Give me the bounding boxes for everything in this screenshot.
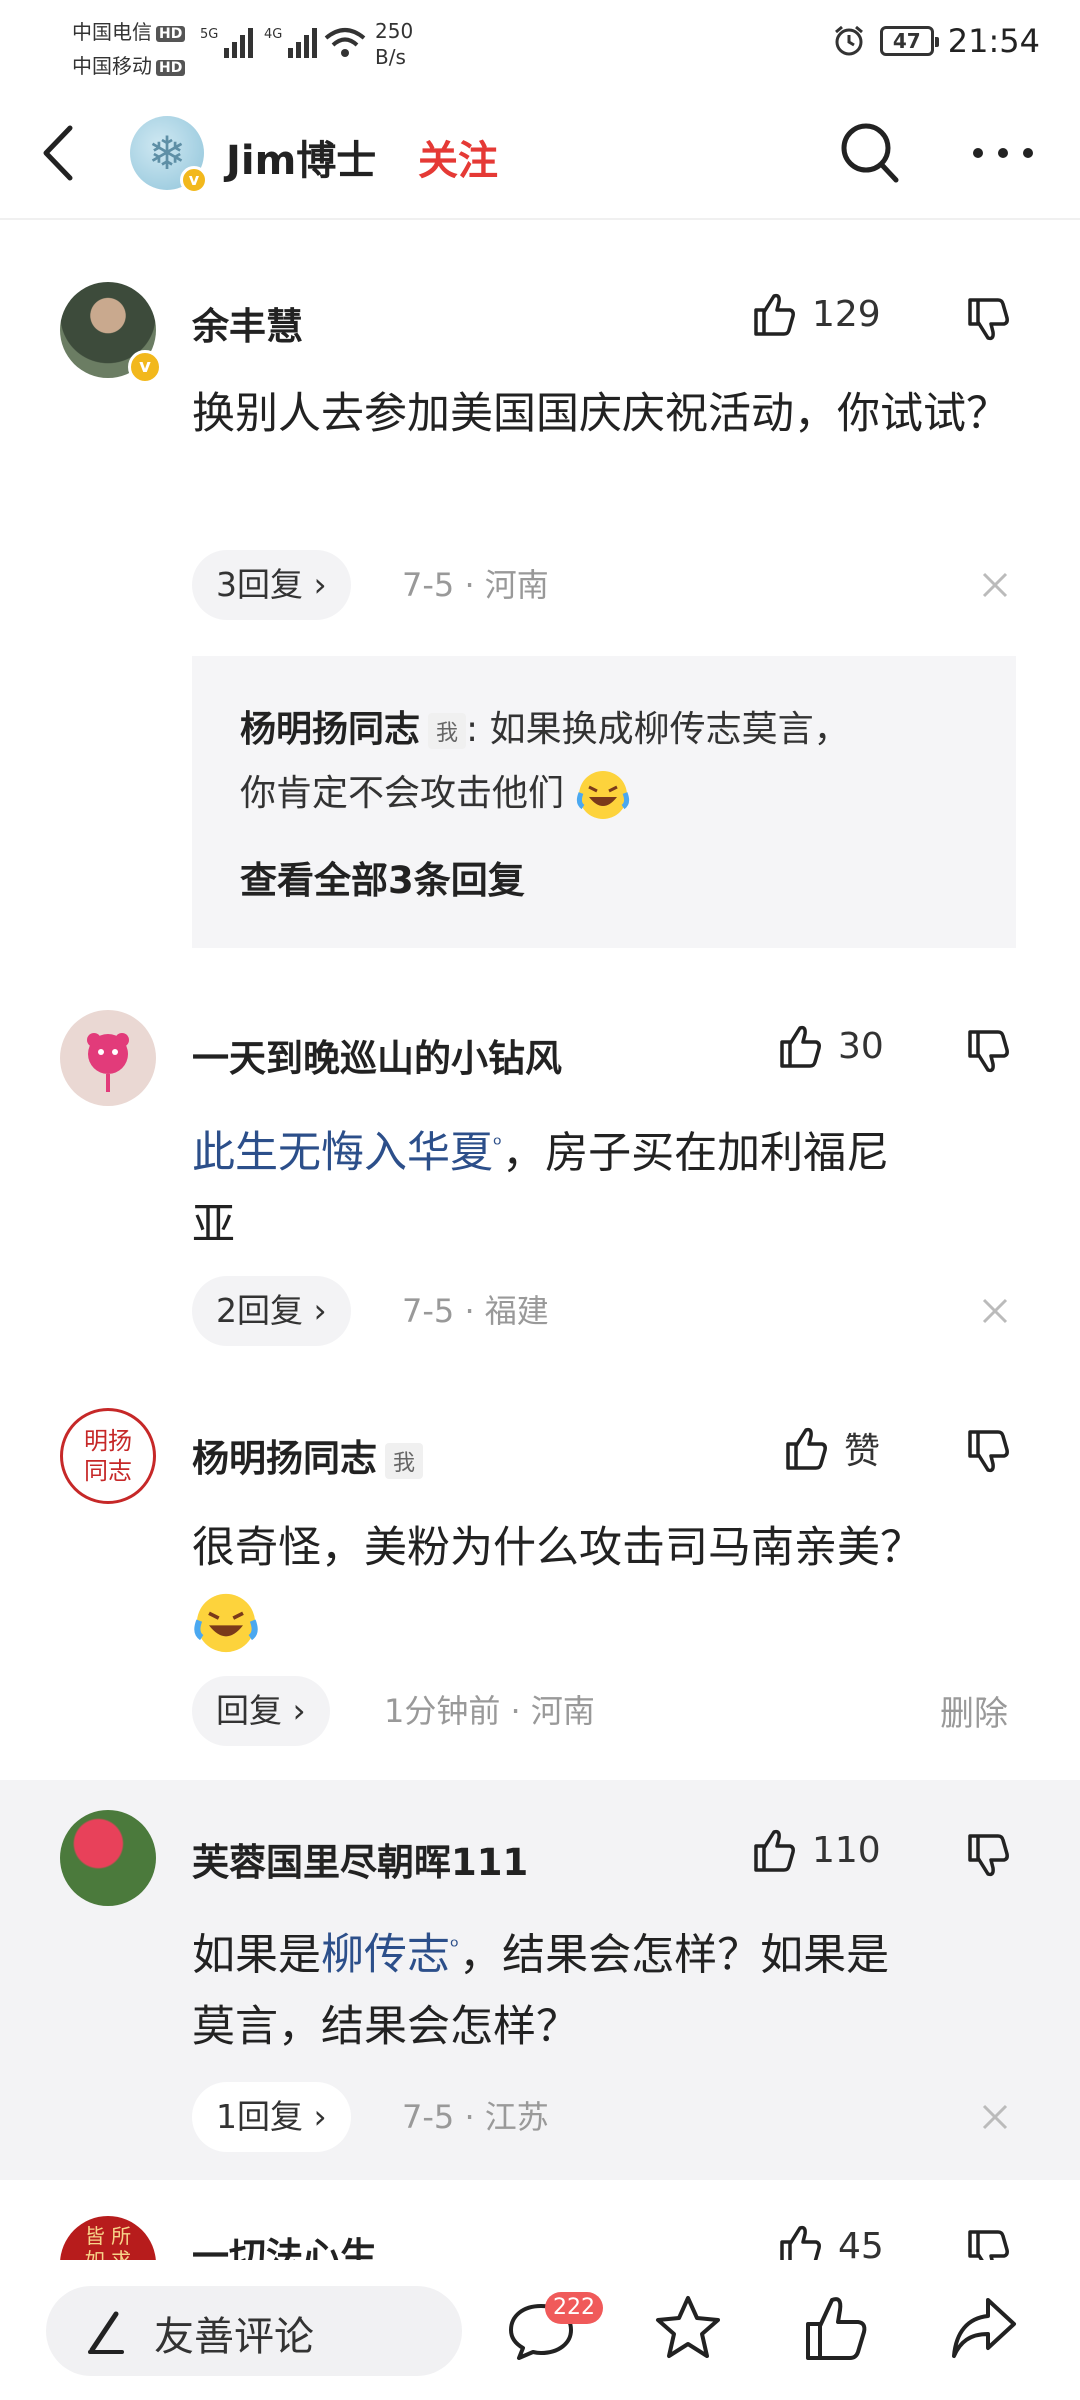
like-button[interactable]: 赞 <box>782 1422 880 1474</box>
like-button[interactable]: 129 <box>750 290 881 338</box>
close-icon[interactable] <box>980 1296 1010 1326</box>
author-name[interactable]: Jim博士 <box>226 128 376 186</box>
header-divider <box>0 218 1080 220</box>
verified-badge-icon: v <box>128 350 162 384</box>
search-small-icon: ᵒ <box>493 1133 503 1158</box>
author-avatar[interactable]: ❄ v <box>130 116 208 194</box>
like-button[interactable]: 45 <box>776 2222 884 2260</box>
close-icon[interactable] <box>980 2102 1010 2132</box>
user-avatar[interactable]: 皆 所如 求 <box>60 2216 156 2260</box>
comment-text: 换别人去参加美国国庆庆祝活动，你试试？ <box>192 389 1009 439</box>
bottom-action-bar: 友善评论 222 <box>0 2260 1080 2400</box>
replies-button[interactable]: 2回复 › <box>192 1276 351 1346</box>
me-tag: 我 <box>385 1442 424 1479</box>
carrier-2: 中国移动 HD <box>72 50 186 79</box>
comment-item: 一天到晚巡山的小钻风 30 此生无悔入华夏ᵒ，房子买在加利福尼 亚 2回复 › … <box>0 1000 1080 1390</box>
close-icon[interactable] <box>980 570 1010 600</box>
like-label: 赞 <box>844 1431 881 1472</box>
user-avatar[interactable]: 明扬 同志 <box>60 1408 156 1504</box>
battery-indicator: 47 <box>879 26 939 56</box>
comment-text: 很奇怪，美粉为什么攻击司马南亲美？ <box>192 1512 1022 1657</box>
seal-avatar: 明扬 同志 <box>84 1427 132 1485</box>
thumbs-down-icon[interactable] <box>964 296 1012 344</box>
like-count: 129 <box>812 293 881 335</box>
clock: 21:54 <box>947 22 1040 60</box>
thumbs-up-icon <box>780 1025 821 1068</box>
comment-meta: 7-5 · 河南 <box>402 566 549 604</box>
comment-meta: 7-5 · 福建 <box>402 1292 549 1330</box>
follow-button[interactable]: 关注 <box>418 128 498 186</box>
comment-count-badge: 222 <box>545 2292 603 2324</box>
thumbs-down-icon[interactable] <box>964 1028 1012 1076</box>
carrier-1: 中国电信 HD <box>72 16 186 45</box>
replies-button[interactable]: 3回复 › <box>192 550 351 620</box>
user-avatar[interactable]: v <box>60 282 162 384</box>
user-avatar[interactable] <box>60 1010 156 1106</box>
back-arrow-icon[interactable] <box>30 118 90 188</box>
comment-input-placeholder: 友善评论 <box>154 2314 314 2360</box>
delete-button[interactable]: 删除 <box>940 1686 1008 1735</box>
thumbs-down-icon[interactable] <box>964 2228 1012 2260</box>
laugh-cry-emoji-icon <box>194 1593 258 1652</box>
svg-text:4G: 4G <box>264 27 282 42</box>
comment-username[interactable]: 一切法心生 <box>192 2226 377 2260</box>
like-count: 45 <box>838 2225 884 2261</box>
wifi-icon <box>324 28 366 57</box>
thumbs-up-icon <box>780 2225 821 2260</box>
thumbs-up-icon <box>754 293 795 336</box>
like-button[interactable]: 30 <box>776 1022 884 1070</box>
pink-flower-icon <box>87 1033 129 1092</box>
thumbs-down-icon[interactable] <box>964 1832 1012 1880</box>
comment-meta: 1分钟前 · 河南 <box>384 1692 595 1730</box>
comment-text: 此生无悔入华夏ᵒ，房子买在加利福尼 亚 <box>192 1128 890 1251</box>
comment-text: 如果是柳传志ᵒ，结果会怎样？如果是 莫言，结果会怎样？ <box>192 1930 890 2053</box>
replies-button[interactable]: 1回复 › <box>192 2082 351 2152</box>
comment-username[interactable]: 一天到晚巡山的小钻风 <box>192 1028 562 1082</box>
svg-text:5G: 5G <box>200 27 218 42</box>
like-count: 30 <box>838 1025 884 1067</box>
star-icon[interactable] <box>652 2292 724 2364</box>
comment-username[interactable]: 余丰慧 <box>192 296 303 350</box>
like-icon[interactable] <box>800 2292 872 2364</box>
pen-icon <box>88 2311 124 2354</box>
share-icon[interactable] <box>948 2292 1020 2364</box>
reply-username[interactable]: 杨明扬同志 <box>240 709 420 750</box>
alarm-icon <box>834 25 863 56</box>
comment-item-highlighted: 芙蓉国里尽朝晖111 110 如果是柳传志ᵒ，结果会怎样？如果是 莫言，结果会怎… <box>0 1780 1080 2180</box>
comment-item-partial: 皆 所如 求 一切法心生 45 <box>0 2200 1080 2260</box>
top-nav: ❄ v Jim博士 关注 <box>0 88 1080 220</box>
topic-link[interactable]: 柳传志ᵒ <box>321 1930 459 1980</box>
reply-button[interactable]: 回复 › <box>192 1676 330 1746</box>
thumbs-down-icon[interactable] <box>964 1428 1012 1476</box>
like-count: 110 <box>812 1829 881 1871</box>
topic-link[interactable]: 此生无悔入华夏ᵒ <box>192 1128 502 1178</box>
search-small-icon: ᵒ <box>450 1935 460 1960</box>
comment-item: v 余丰慧 129 换别人去参加美国国庆庆祝活动，你试试？ 3回复 › 7-5 … <box>0 260 1080 960</box>
comment-username[interactable]: 杨明扬同志我 <box>192 1428 424 1482</box>
more-options-icon[interactable] <box>970 120 1036 186</box>
me-tag: 我 <box>428 713 467 749</box>
search-icon[interactable] <box>836 118 902 188</box>
reply-text: : 如果换成柳传志莫言， <box>466 709 850 750</box>
thumbs-up-icon <box>786 1427 827 1470</box>
comment-meta: 7-5 · 江苏 <box>402 2098 549 2136</box>
calligraphy-avatar: 皆 所如 求 <box>84 2224 132 2260</box>
comment-input[interactable]: 友善评论 <box>46 2286 462 2376</box>
laugh-cry-emoji-icon <box>577 771 630 819</box>
status-bar: 中国电信 HD 中国移动 HD 5G 4G 250 B/s 47 21:54 <box>0 0 1080 88</box>
reply-preview-line-2: 你肯定不会攻击他们 <box>240 764 631 823</box>
like-button[interactable]: 110 <box>750 1826 881 1874</box>
verified-badge-icon: v <box>180 166 208 194</box>
comment-username[interactable]: 芙蓉国里尽朝晖111 <box>192 1832 528 1886</box>
view-all-replies-link[interactable]: 查看全部3条回复 <box>240 850 525 904</box>
reply-preview-line: 杨明扬同志我: 如果换成柳传志莫言， <box>240 700 850 752</box>
user-avatar[interactable] <box>60 1810 156 1906</box>
thumbs-up-icon <box>754 1829 795 1872</box>
comment-item: 明扬 同志 杨明扬同志我 赞 很奇怪，美粉为什么攻击司马南亲美？ 回复 › 1分钟… <box>0 1400 1080 1780</box>
network-speed: 250 B/s <box>375 19 414 69</box>
signal-4g-icon: 4G <box>264 27 317 58</box>
signal-5g-icon: 5G <box>200 27 253 58</box>
reply-preview[interactable]: 杨明扬同志我: 如果换成柳传志莫言， 你肯定不会攻击他们 查看全部3条回复 <box>192 656 1016 948</box>
